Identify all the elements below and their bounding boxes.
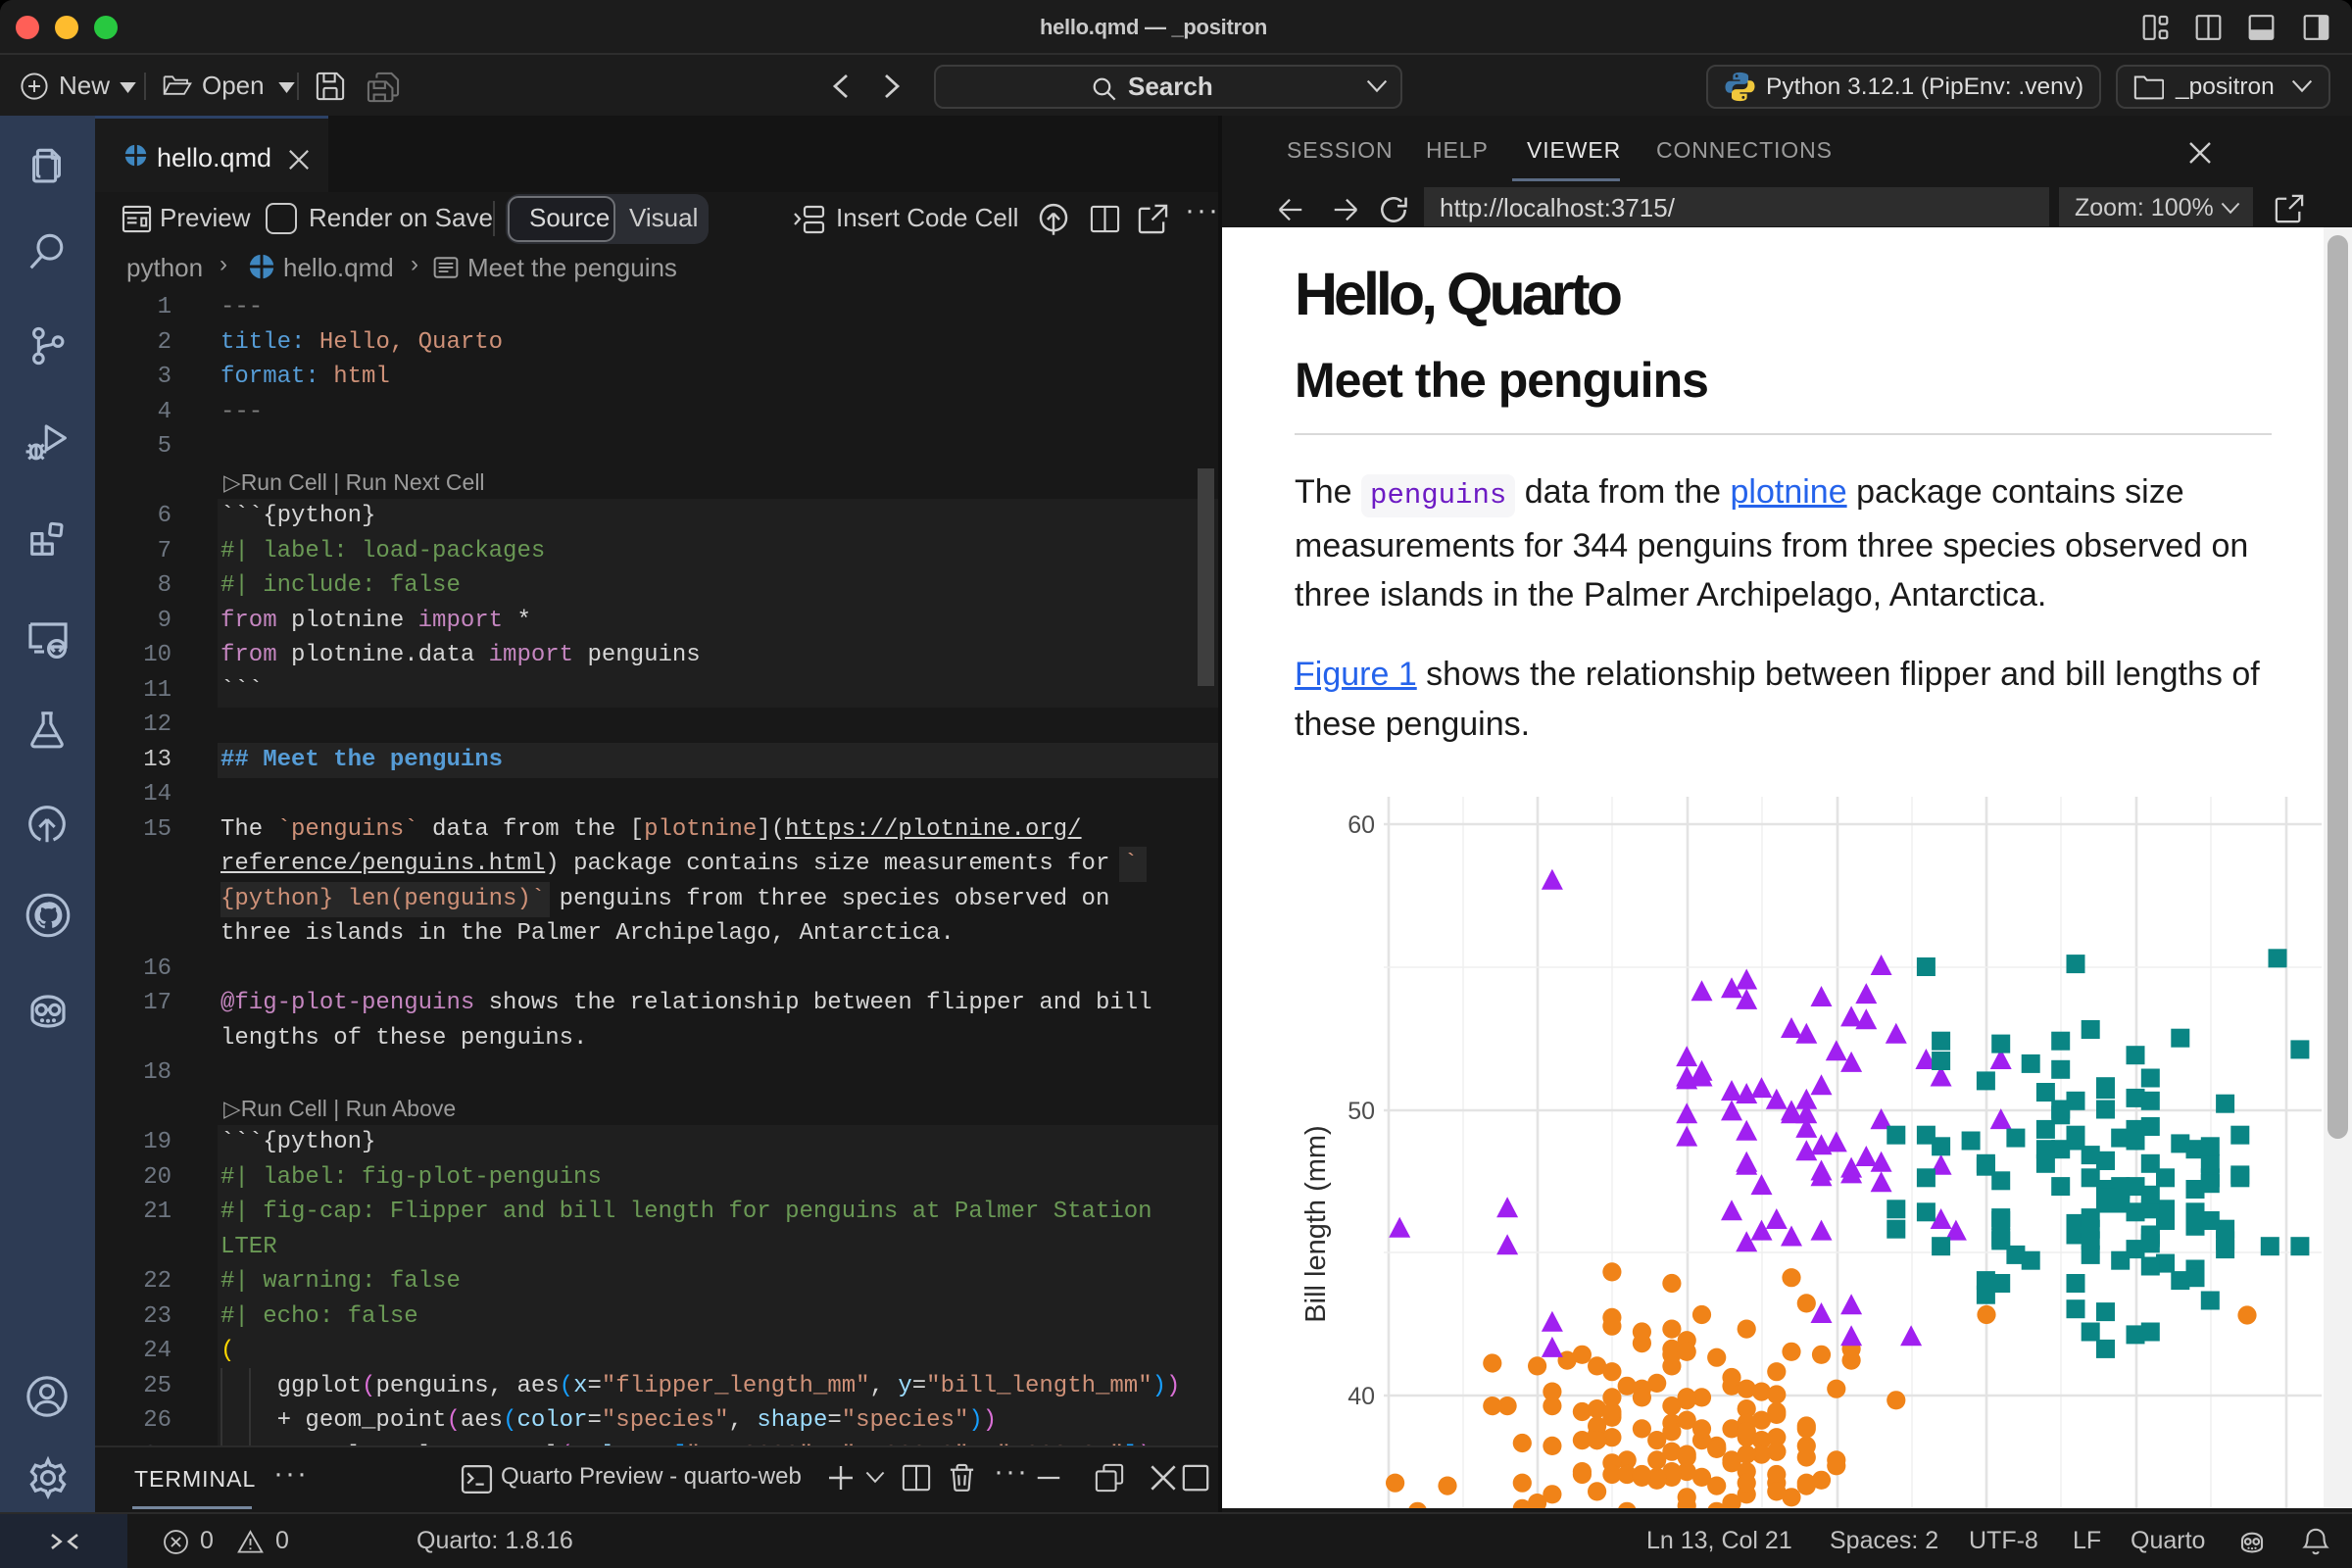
svg-text:60: 60 [1348, 811, 1375, 839]
svg-text:50: 50 [1348, 1098, 1375, 1125]
svg-text:40: 40 [1348, 1383, 1375, 1410]
svg-text:Bill length (mm): Bill length (mm) [1300, 1125, 1332, 1322]
